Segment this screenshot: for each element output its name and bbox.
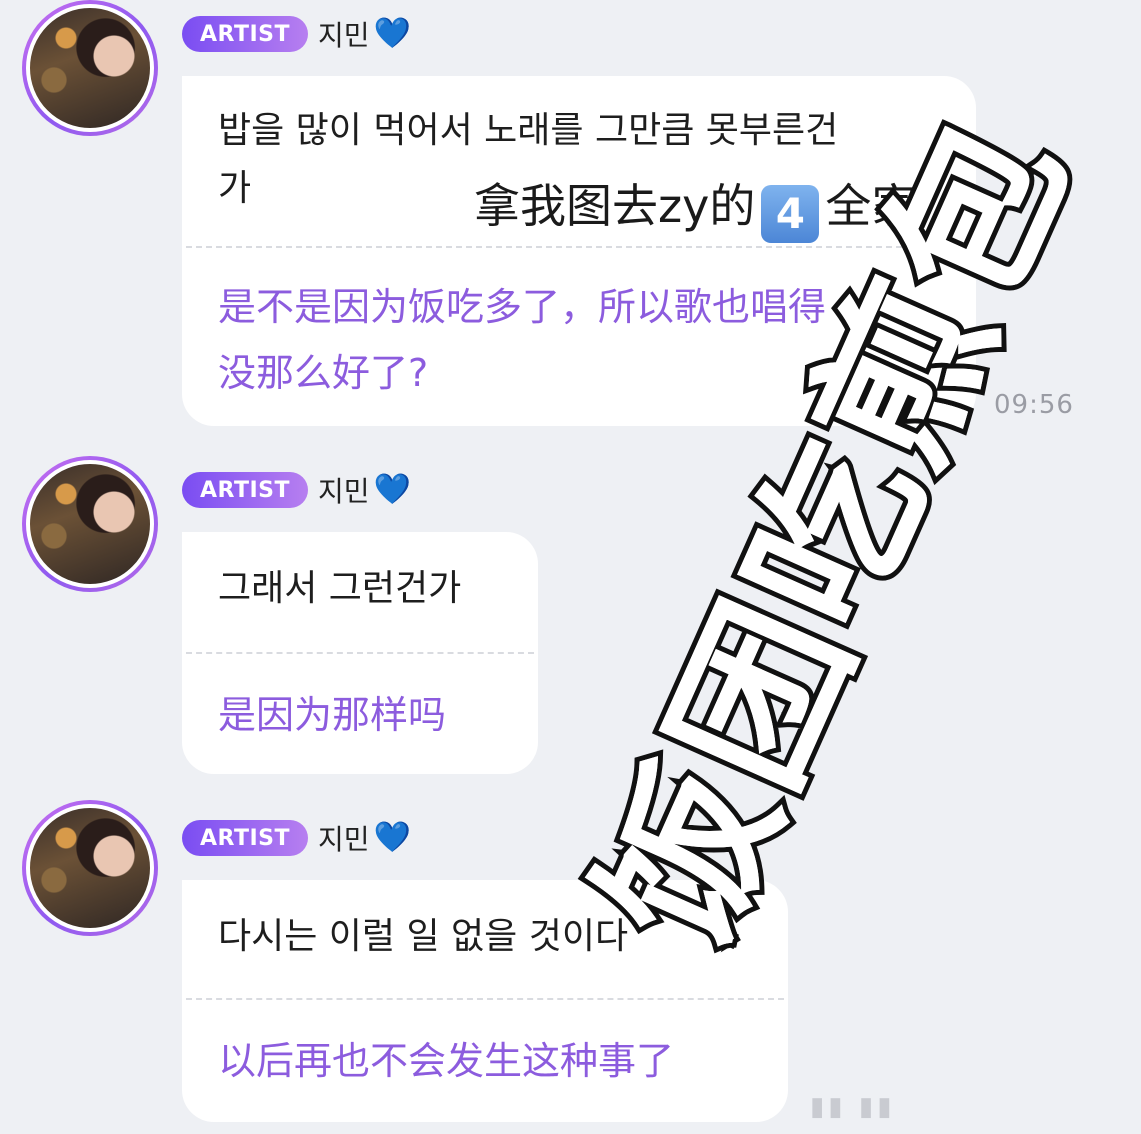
avatar-photo [26,4,154,132]
avatar-photo [26,460,154,588]
footer-mark: ▮▮ ▮▮ [810,1092,896,1122]
sender-name[interactable]: 지민 [318,818,370,858]
avatar[interactable] [22,800,158,936]
translation-text: 是不是因为饭吃多了，所以歌也唱得 [218,285,827,329]
message-text: 그래서 그런건가 [218,568,462,609]
avatar[interactable] [22,456,158,592]
message-header: ARTIST 지민 💙 [182,470,411,510]
avatar[interactable] [22,0,158,136]
artist-badge: ARTIST [182,820,309,856]
message-text: 가 [218,168,252,209]
artist-badge: ARTIST [182,16,309,52]
blue-heart-icon: 💙 [373,472,411,507]
divider [186,998,784,1000]
blue-heart-icon: 💙 [373,16,411,51]
caption-text: 拿我图去zy的 [474,179,756,233]
translation-text: 以后再也不会发生这种事了 [218,1039,675,1083]
avatar-photo [26,804,154,932]
divider [186,652,534,654]
message-header: ARTIST 지민 💙 [182,14,411,54]
message-bubble[interactable]: 그래서 그런건가 是因为那样吗 [182,532,538,774]
keycap-4-emoji: 4 [761,185,820,243]
artist-badge: ARTIST [182,472,309,508]
sender-name[interactable]: 지민 [318,14,370,54]
translation-text: 是因为那样吗 [218,693,447,737]
message-header: ARTIST 지민 💙 [182,818,411,858]
message-text: 다시는 이럴 일 없을 것이다 [218,916,629,957]
blue-heart-icon: 💙 [373,820,411,855]
translation-text: 没那么好了? [218,351,429,395]
message-text: 밥을 많이 먹어서 노래를 그만큼 못부른건 [218,110,839,151]
sender-name[interactable]: 지민 [318,470,370,510]
